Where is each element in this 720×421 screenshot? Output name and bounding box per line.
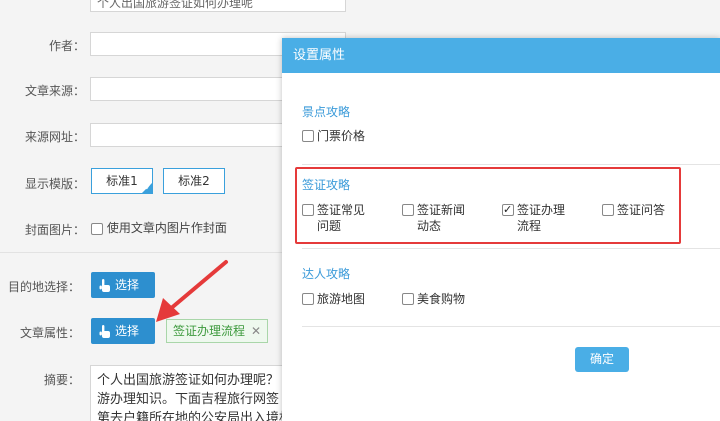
source-label: 文章来源： bbox=[24, 84, 85, 98]
option-label: 门票价格 bbox=[317, 129, 366, 143]
option-label: 旅游地图 bbox=[317, 292, 366, 306]
option-food-shopping[interactable]: 美食购物 bbox=[402, 291, 492, 307]
option-checkbox[interactable] bbox=[402, 293, 414, 305]
option-travel-map[interactable]: 旅游地图 bbox=[302, 291, 392, 307]
option-ticket-price[interactable]: 门票价格 bbox=[302, 128, 392, 144]
destination-label: 目的地选择： bbox=[7, 280, 80, 294]
option-label: 美食购物 bbox=[417, 292, 466, 306]
attribute-tag: 签证办理流程 ✕ bbox=[166, 319, 269, 343]
template-option-label: 标准2 bbox=[178, 174, 210, 188]
group-separator bbox=[302, 248, 720, 249]
destination-select-label: 选择 bbox=[115, 278, 140, 292]
confirm-button[interactable]: 确定 bbox=[575, 347, 629, 372]
hand-pointer-icon bbox=[99, 278, 110, 292]
group-title: 景点攻略 bbox=[302, 105, 351, 119]
template-option-standard1[interactable]: 标准1 ✓ bbox=[91, 168, 153, 194]
summary-label: 摘要： bbox=[43, 373, 80, 387]
attribute-select-label: 选择 bbox=[115, 324, 140, 338]
template-option-standard2[interactable]: 标准2 bbox=[163, 168, 225, 194]
option-checkbox[interactable] bbox=[302, 130, 314, 142]
cover-checkbox-label: 使用文章内图片作封面 bbox=[106, 221, 227, 235]
group-title: 达人攻略 bbox=[302, 267, 351, 281]
group-separator bbox=[302, 164, 720, 165]
destination-select-button[interactable]: 选择 bbox=[91, 272, 155, 298]
attribute-tag-label: 签证办理流程 bbox=[173, 324, 246, 338]
hand-pointer-icon bbox=[99, 324, 110, 338]
check-icon: ✓ bbox=[144, 183, 152, 193]
group-separator bbox=[302, 326, 720, 327]
author-label: 作者： bbox=[48, 39, 85, 53]
highlight-frame bbox=[295, 167, 681, 244]
cover-label: 封面图片： bbox=[24, 223, 85, 237]
remove-tag-icon[interactable]: ✕ bbox=[251, 324, 261, 338]
cover-checkbox-row[interactable]: 使用文章内图片作封面 bbox=[91, 219, 227, 236]
dialog-title: 设置属性 bbox=[282, 38, 720, 73]
template-option-label: 标准1 bbox=[106, 174, 138, 188]
title-input[interactable]: 个人出国旅游签证如何办理呢 bbox=[90, 0, 346, 12]
group-scenic: 景点攻略 bbox=[302, 103, 720, 120]
template-label: 显示模版： bbox=[24, 177, 85, 191]
attribute-label: 文章属性： bbox=[19, 326, 80, 340]
attribute-select-button[interactable]: 选择 bbox=[91, 318, 155, 344]
url-label: 来源网址： bbox=[24, 130, 85, 144]
option-checkbox[interactable] bbox=[302, 293, 314, 305]
cover-checkbox[interactable] bbox=[91, 222, 103, 235]
group-expert: 达人攻略 bbox=[302, 265, 720, 282]
